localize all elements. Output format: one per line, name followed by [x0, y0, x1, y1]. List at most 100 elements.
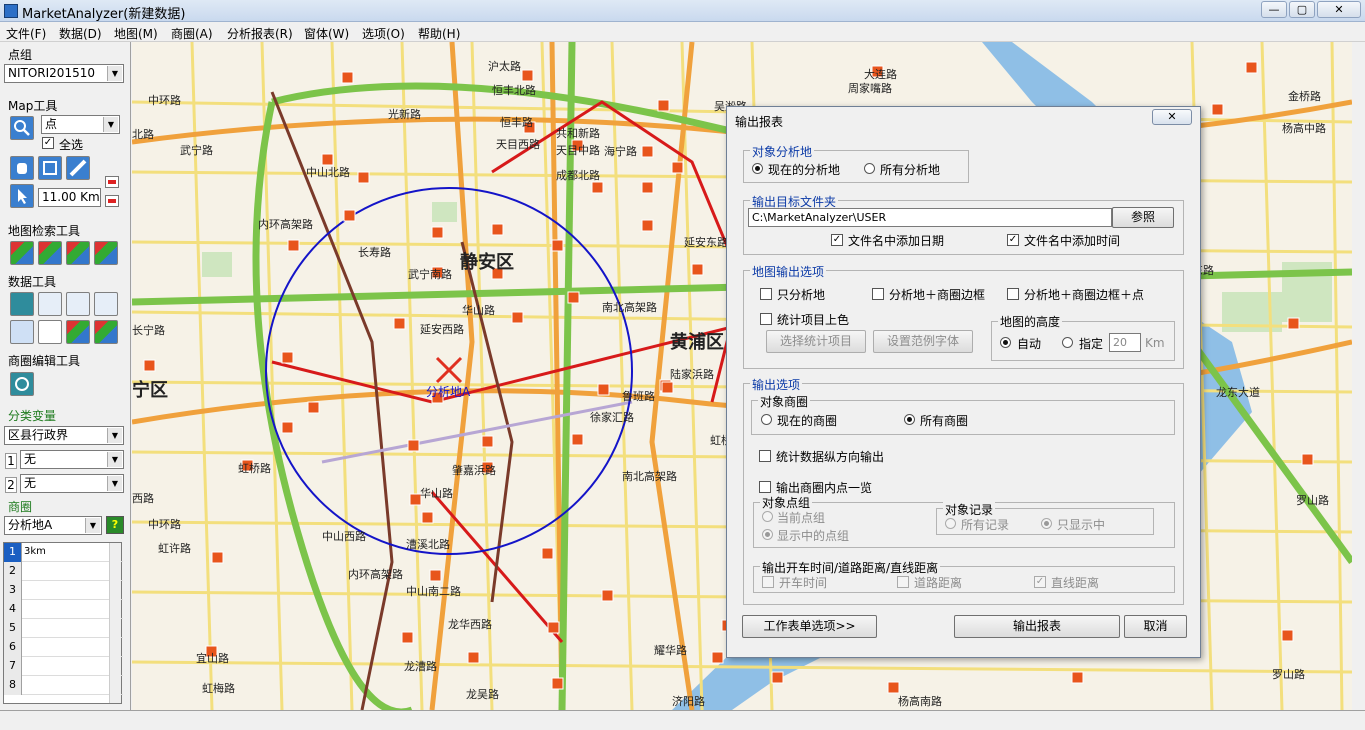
only-site-checkbox[interactable]: [760, 288, 772, 300]
radio-current-site[interactable]: [752, 163, 763, 174]
search-tool-4[interactable]: [94, 241, 118, 265]
distance-field[interactable]: 11.00 Km: [38, 188, 101, 207]
menu-help[interactable]: 帮助(H): [418, 25, 460, 42]
dialog-close-button[interactable]: ✕: [1152, 109, 1192, 125]
radio-shown-group[interactable]: [762, 529, 773, 540]
map-tool-type-select[interactable]: 点 ▼: [41, 115, 120, 134]
radio-shown-only[interactable]: [1041, 518, 1052, 529]
export-report-button[interactable]: 输出报表: [954, 615, 1120, 638]
data-tool-legend[interactable]: [66, 320, 90, 344]
data-tool-columns[interactable]: [10, 320, 34, 344]
classify-select[interactable]: 区县行政界 ▼: [4, 426, 124, 445]
search-tool-1[interactable]: [10, 241, 34, 265]
radio-current-area-label: 现在的商圈: [777, 414, 838, 428]
radio-all-areas-label: 所有商圈: [920, 414, 969, 428]
arrow-cursor-icon: [18, 189, 27, 204]
search-tool-3[interactable]: [66, 241, 90, 265]
calculator-icon[interactable]: [94, 292, 118, 316]
data-tool-table[interactable]: [38, 320, 62, 344]
data-tool-map[interactable]: [94, 320, 118, 344]
menu-file[interactable]: 文件(F): [6, 25, 46, 42]
metro-station-icon: [597, 383, 610, 396]
grid-row[interactable]: 8: [4, 676, 123, 695]
grid-row-num: 1: [4, 543, 22, 562]
menu-options[interactable]: 选项(O): [362, 25, 405, 42]
classify-row1-select[interactable]: 无 ▼: [20, 450, 124, 469]
metro-station-icon: [551, 677, 564, 690]
area-edit-tool-button[interactable]: [10, 372, 34, 396]
site-frame-checkbox[interactable]: [872, 288, 884, 300]
classify-row2-select[interactable]: 无 ▼: [20, 474, 124, 493]
grid-scrollbar[interactable]: [109, 543, 121, 703]
data-tool-sheet[interactable]: [38, 292, 62, 316]
site-frame-point-checkbox[interactable]: [1007, 288, 1019, 300]
area-select[interactable]: 分析地A ▼: [4, 516, 102, 535]
left-tool-panel: 点组 NITORI201510 ▼ Map工具 点 ▼ ✓ 全选 11.00 Km …: [0, 42, 131, 710]
radio-all-areas[interactable]: [904, 414, 915, 425]
minimize-button[interactable]: —: [1261, 1, 1287, 18]
grid-row[interactable]: 7: [4, 657, 123, 676]
menu-map[interactable]: 地图(M): [114, 25, 158, 42]
sheet-options-button[interactable]: 工作表单选项>>: [742, 615, 877, 638]
stat-color-checkbox[interactable]: [760, 313, 772, 325]
radio-current-group[interactable]: [762, 511, 773, 522]
map-vertical-scrollbar[interactable]: [1352, 42, 1365, 710]
folder-path-input[interactable]: C:\MarketAnalyzer\USER: [748, 208, 1112, 227]
road-dist-checkbox[interactable]: [897, 576, 909, 588]
road-label: 龙东大道: [1216, 385, 1260, 399]
browse-button[interactable]: 参照: [1112, 207, 1174, 228]
radio-all-sites[interactable]: [864, 163, 875, 174]
add-time-checkbox[interactable]: ✓: [1007, 234, 1019, 246]
data-tool-database[interactable]: [10, 292, 34, 316]
menu-bar: 文件(F) 数据(D) 地图(M) 商圈(A) 分析报表(R) 窗体(W) 选项…: [0, 22, 1365, 42]
data-tool-form[interactable]: [66, 292, 90, 316]
distance-down-button[interactable]: [105, 195, 119, 207]
straight-dist-checkbox[interactable]: ✓: [1034, 576, 1046, 588]
target-area-group: 对象商圈 现在的商圈 所有商圈: [751, 393, 1175, 435]
grid-row-num: 7: [4, 657, 22, 676]
point-group-select[interactable]: NITORI201510 ▼: [4, 64, 124, 83]
select-all-checkbox[interactable]: ✓: [42, 137, 54, 149]
road-label: 内环高架路: [348, 567, 403, 581]
stat-vertical-checkbox[interactable]: [759, 450, 771, 462]
ruler-tool-button[interactable]: [66, 156, 90, 180]
close-window-button[interactable]: ✕: [1317, 1, 1361, 18]
drive-time-checkbox[interactable]: [762, 576, 774, 588]
height-value-input[interactable]: 20: [1109, 333, 1141, 352]
metro-station-icon: [657, 99, 670, 112]
help-button[interactable]: ?: [106, 516, 124, 534]
pan-tool-button[interactable]: [10, 156, 34, 180]
menu-window[interactable]: 窗体(W): [304, 25, 349, 42]
grid-row[interactable]: 2: [4, 562, 123, 581]
set-font-button[interactable]: 设置范例字体: [873, 330, 973, 353]
grid-row[interactable]: 3: [4, 581, 123, 600]
point-list-checkbox[interactable]: [759, 481, 771, 493]
zoom-tool-button[interactable]: [10, 116, 34, 140]
grid-row[interactable]: 5: [4, 619, 123, 638]
grid-row[interactable]: 4: [4, 600, 123, 619]
metro-station-icon: [571, 433, 584, 446]
grid-row[interactable]: 6: [4, 638, 123, 657]
radio-current-area[interactable]: [761, 414, 772, 425]
rect-select-button[interactable]: [38, 156, 62, 180]
menu-data[interactable]: 数据(D): [59, 25, 102, 42]
grid-row[interactable]: 1 3km: [4, 543, 123, 562]
magnifier-icon: [14, 120, 30, 136]
road-label: 漕溪北路: [406, 537, 450, 551]
radio-height-specify[interactable]: [1062, 337, 1073, 348]
road-label: 杨高中路: [1282, 121, 1326, 135]
area-value: 分析地A: [8, 518, 53, 532]
menu-area[interactable]: 商圈(A): [171, 25, 213, 42]
maximize-button[interactable]: ▢: [1289, 1, 1315, 18]
road-label: 天目西路: [496, 138, 540, 151]
distance-up-button[interactable]: [105, 176, 119, 188]
radio-height-auto[interactable]: [1000, 337, 1011, 348]
select-stat-button[interactable]: 选择统计项目: [766, 330, 866, 353]
search-tool-2[interactable]: [38, 241, 62, 265]
output-folder-group: 输出目标文件夹 C:\MarketAnalyzer\USER 参照 ✓ 文件名中…: [743, 193, 1184, 255]
radio-all-records[interactable]: [945, 518, 956, 529]
pointer-tool-button[interactable]: [10, 184, 34, 208]
menu-report[interactable]: 分析报表(R): [227, 25, 293, 42]
add-date-checkbox[interactable]: ✓: [831, 234, 843, 246]
cancel-button[interactable]: 取消: [1124, 615, 1187, 638]
